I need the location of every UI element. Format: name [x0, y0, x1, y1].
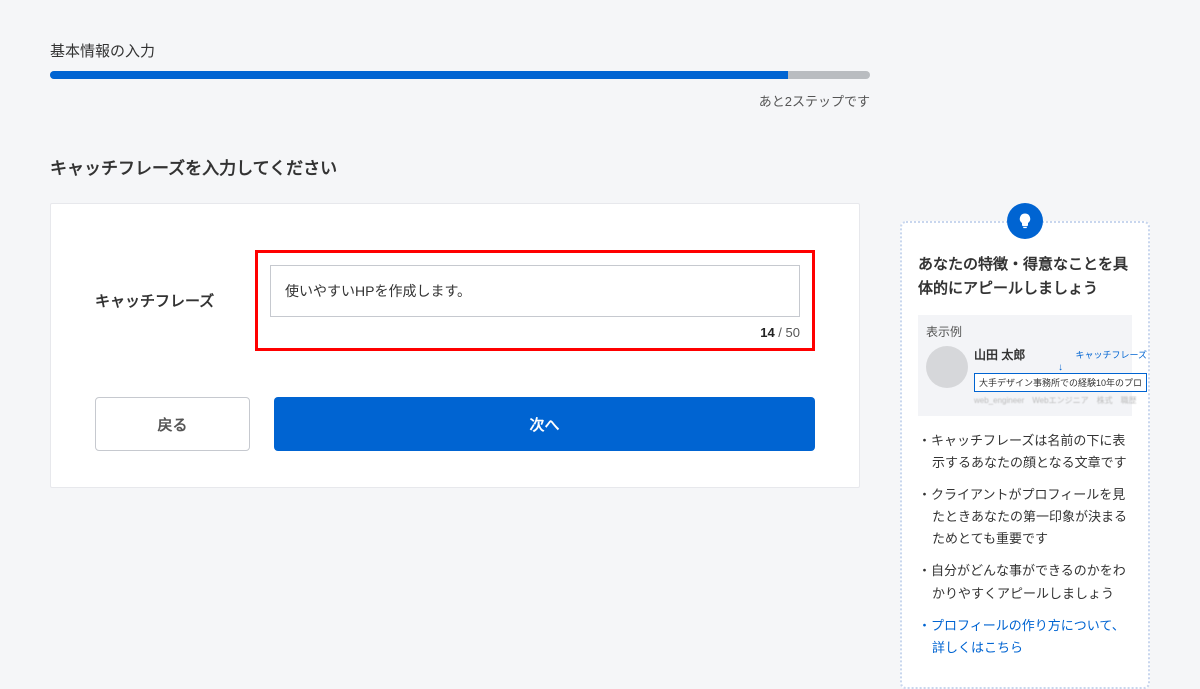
- back-button[interactable]: 戻る: [95, 397, 250, 451]
- progress-fill: [50, 71, 788, 79]
- arrow-down-icon: ↓: [974, 365, 1147, 371]
- next-button[interactable]: 次へ: [274, 397, 815, 451]
- tip-example-label: 表示例: [926, 323, 1124, 340]
- tip-list-item: ・クライアントがプロフィールを見たときあなたの第一印象が決まるためとても重要です: [918, 484, 1132, 550]
- progress-caption: あと2ステップです: [50, 91, 870, 110]
- tip-list-item: ・キャッチフレーズは名前の下に表示するあなたの顔となる文章です: [918, 430, 1132, 474]
- example-name: 山田 太郎: [974, 346, 1025, 363]
- progress-bar: [50, 71, 870, 79]
- avatar: [926, 346, 968, 388]
- progress-title: 基本情報の入力: [50, 40, 1150, 61]
- catchphrase-input[interactable]: [270, 265, 800, 317]
- tip-panel: あなたの特徴・得意なことを具体的にアピールしましょう 表示例 山田 太郎 キャッ…: [900, 203, 1150, 689]
- char-count-max: 50: [786, 325, 800, 340]
- example-tags: web_engineer Webエンジニア 株式 職歴: [974, 395, 1147, 406]
- field-label: キャッチフレーズ: [95, 290, 255, 311]
- example-catch-label: キャッチフレーズ: [1075, 348, 1147, 361]
- char-count: 14 / 50: [270, 325, 800, 340]
- tip-example: 表示例 山田 太郎 キャッチフレーズ ↓ 大手デザイン事務所での経験10年のプロ…: [918, 315, 1132, 416]
- tip-list: ・キャッチフレーズは名前の下に表示するあなたの顔となる文章です ・クライアントが…: [918, 430, 1132, 659]
- lightbulb-icon: [1007, 203, 1043, 239]
- char-count-current: 14: [760, 325, 774, 340]
- tip-list-item-link[interactable]: ・プロフィールの作り方について、詳しくはこちら: [918, 615, 1132, 659]
- tip-list-item: ・自分がどんな事ができるのかをわかりやすくアピールしましょう: [918, 560, 1132, 604]
- section-title: キャッチフレーズを入力してください: [50, 154, 1150, 179]
- tip-title: あなたの特徴・得意なことを具体的にアピールしましょう: [918, 253, 1132, 301]
- main-card: キャッチフレーズ 14 / 50 戻る 次へ: [50, 203, 860, 488]
- field-highlight: 14 / 50: [255, 250, 815, 351]
- example-phrase: 大手デザイン事務所での経験10年のプロ: [974, 373, 1147, 392]
